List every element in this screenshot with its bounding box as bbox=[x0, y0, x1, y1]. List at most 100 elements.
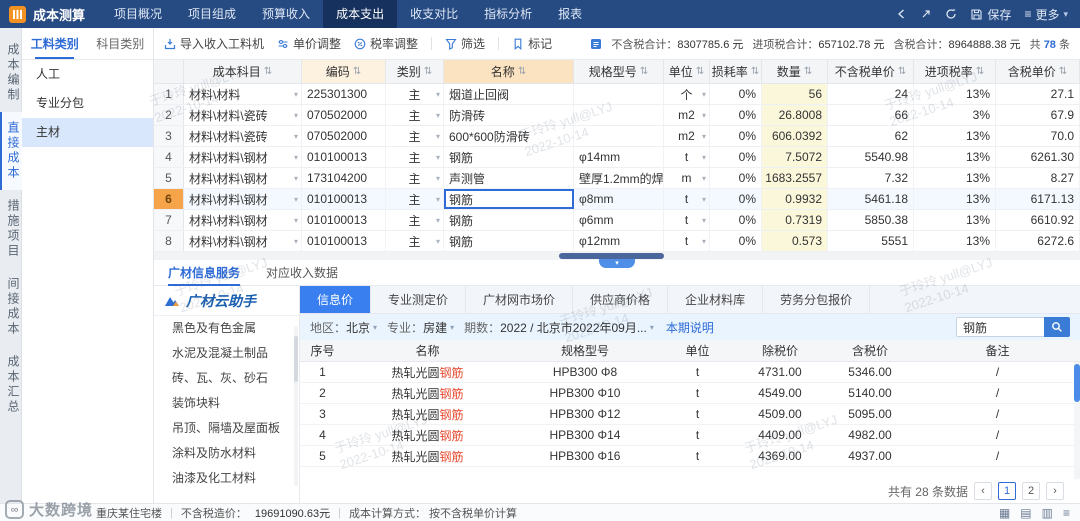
sort-icon[interactable]: ⇅ bbox=[264, 66, 272, 77]
sort-icon[interactable]: ⇅ bbox=[976, 66, 984, 77]
nav-tab[interactable]: 收支对比 bbox=[397, 0, 471, 28]
price-row[interactable]: 4 热轧光圆 钢筋 HPB300 Φ14 t 4409.00 4982.00 / bbox=[300, 425, 1080, 446]
save-button[interactable]: 保存 bbox=[970, 6, 1011, 23]
period-select[interactable]: 2022 / 北京市2022年09月... ▾ bbox=[500, 319, 654, 336]
cell-material-name[interactable]: 热轧光圆 钢筋 bbox=[345, 446, 510, 466]
column-header[interactable]: 数量 ⇅ bbox=[762, 60, 828, 83]
cell-price-inctax[interactable]: 70.0 bbox=[996, 126, 1080, 146]
cell-input-tax-rate[interactable]: 13% bbox=[914, 84, 996, 104]
cell-spec[interactable] bbox=[574, 105, 664, 125]
cell-name[interactable]: 烟道止回阀 bbox=[444, 84, 574, 104]
cell-code[interactable]: 010100013 bbox=[302, 147, 386, 167]
sort-icon[interactable]: ⇅ bbox=[751, 66, 759, 77]
rail-item[interactable]: 成本编制 bbox=[0, 34, 22, 112]
material-category-item[interactable]: 油漆及化工材料 bbox=[154, 466, 299, 491]
cell-loss-rate[interactable]: 0% bbox=[710, 231, 762, 251]
cell-unit[interactable]: t ▾ bbox=[664, 147, 710, 167]
cell-type[interactable]: 主 ▾ bbox=[386, 105, 444, 125]
cell-cost-subject[interactable]: 材料\材料\钢材 ▾ bbox=[184, 231, 302, 251]
cell-code[interactable]: 070502000 bbox=[302, 126, 386, 146]
cell-name[interactable]: 钢筋 bbox=[444, 147, 574, 167]
more-button[interactable]: ≡ 更多 ▾ bbox=[1024, 6, 1068, 23]
cell-code[interactable]: 010100013 bbox=[302, 210, 386, 230]
cell-input-tax-rate[interactable]: 13% bbox=[914, 168, 996, 188]
cell-name[interactable]: 钢筋 bbox=[444, 231, 574, 251]
cell-price-inctax[interactable]: 6610.92 bbox=[996, 210, 1080, 230]
row-number[interactable]: 7 bbox=[154, 210, 184, 230]
table-row[interactable]: 8 材料\材料\钢材 ▾ 010100013 主 ▾ 钢筋 φ12mm t ▾ 0% … bbox=[154, 231, 1080, 252]
prev-page-button[interactable]: ‹ bbox=[974, 482, 992, 500]
cell-quantity[interactable]: 26.8008 bbox=[762, 105, 828, 125]
tab-matching-income-data[interactable]: 对应收入数据 bbox=[266, 260, 338, 286]
price-row[interactable]: 2 热轧光圆 钢筋 HPB300 Φ10 t 4549.00 5140.00 / bbox=[300, 383, 1080, 404]
tab-material-info-service[interactable]: 广材信息服务 bbox=[168, 260, 241, 286]
back-icon[interactable] bbox=[895, 8, 907, 20]
scrollbar-thumb[interactable] bbox=[1074, 364, 1080, 402]
cell-code[interactable]: 010100013 bbox=[302, 189, 386, 209]
cell-loss-rate[interactable]: 0% bbox=[710, 210, 762, 230]
row-number[interactable]: 1 bbox=[154, 84, 184, 104]
cell-input-tax-rate[interactable]: 13% bbox=[914, 147, 996, 167]
sort-icon[interactable]: ⇅ bbox=[518, 66, 526, 77]
cell-name[interactable]: 钢筋 bbox=[444, 189, 574, 209]
column-header[interactable]: 名称 ⇅ bbox=[444, 60, 574, 83]
rail-item[interactable]: 直接成本 bbox=[0, 112, 22, 190]
cell-code[interactable]: 225301300 bbox=[302, 84, 386, 104]
table-row[interactable]: 1 材料\材料 ▾ 225301300 主 ▾ 烟道止回阀 个 ▾ 0% 56 24 … bbox=[154, 84, 1080, 105]
period-note-link[interactable]: 本期说明 bbox=[666, 319, 714, 336]
cell-input-tax-rate[interactable]: 13% bbox=[914, 231, 996, 251]
cell-spec[interactable] bbox=[574, 84, 664, 104]
cell-type[interactable]: 主 ▾ bbox=[386, 210, 444, 230]
cell-type[interactable]: 主 ▾ bbox=[386, 84, 444, 104]
price-tab[interactable]: 企业材料库 bbox=[668, 286, 764, 313]
filter-button[interactable]: 筛选 bbox=[445, 35, 485, 52]
major-select[interactable]: 房建 ▾ bbox=[423, 319, 454, 336]
grid-view-icon[interactable]: ▦ bbox=[999, 506, 1010, 520]
cell-quantity[interactable]: 0.573 bbox=[762, 231, 828, 251]
row-number[interactable]: 8 bbox=[154, 231, 184, 251]
cell-price-extax[interactable]: 5540.98 bbox=[828, 147, 914, 167]
cell-loss-rate[interactable]: 0% bbox=[710, 147, 762, 167]
price-row[interactable]: 1 热轧光圆 钢筋 HPB300 Φ8 t 4731.00 5346.00 / bbox=[300, 362, 1080, 383]
sort-icon[interactable]: ⇅ bbox=[1059, 66, 1067, 77]
cell-input-tax-rate[interactable]: 13% bbox=[914, 126, 996, 146]
cell-spec[interactable]: φ14mm bbox=[574, 147, 664, 167]
sort-icon[interactable]: ⇅ bbox=[640, 66, 648, 77]
material-category-item[interactable]: 水泥及混凝土制品 bbox=[154, 341, 299, 366]
cell-price-extax[interactable]: 5850.38 bbox=[828, 210, 914, 230]
cell-price-inctax[interactable]: 27.1 bbox=[996, 84, 1080, 104]
cell-price-extax[interactable]: 5461.18 bbox=[828, 189, 914, 209]
cell-spec[interactable]: φ12mm bbox=[574, 231, 664, 251]
column-header[interactable]: 含税单价 ⇅ bbox=[996, 60, 1080, 83]
table-row[interactable]: 6 材料\材料\钢材 ▾ 010100013 主 ▾ 钢筋 φ8mm t ▾ 0% 0… bbox=[154, 189, 1080, 210]
cell-quantity[interactable]: 7.5072 bbox=[762, 147, 828, 167]
cell-spec[interactable]: 壁厚1.2mm的焊接钢... bbox=[574, 168, 664, 188]
nav-tab[interactable]: 项目组成 bbox=[175, 0, 249, 28]
category-scrollbar[interactable] bbox=[294, 326, 298, 486]
search-input[interactable] bbox=[956, 317, 1044, 337]
list-view-icon[interactable]: ▤ bbox=[1020, 506, 1031, 520]
cell-loss-rate[interactable]: 0% bbox=[710, 84, 762, 104]
cell-price-extax[interactable]: 5551 bbox=[828, 231, 914, 251]
nav-tab[interactable]: 成本支出 bbox=[323, 0, 398, 28]
page-number-button[interactable]: 1 bbox=[998, 482, 1016, 500]
next-page-button[interactable]: › bbox=[1046, 482, 1064, 500]
table-row[interactable]: 3 材料\材料\瓷砖 ▾ 070502000 主 ▾ 600*600防滑砖 m2 ▾ … bbox=[154, 126, 1080, 147]
category-item[interactable]: 主材 bbox=[22, 118, 153, 147]
cell-type[interactable]: 主 ▾ bbox=[386, 126, 444, 146]
collapse-panel-button[interactable]: ▾ bbox=[599, 259, 635, 268]
vertical-scrollbar[interactable] bbox=[1074, 362, 1080, 479]
cell-price-extax[interactable]: 7.32 bbox=[828, 168, 914, 188]
cell-loss-rate[interactable]: 0% bbox=[710, 105, 762, 125]
cell-unit[interactable]: 个 ▾ bbox=[664, 84, 710, 104]
cell-unit[interactable]: t ▾ bbox=[664, 189, 710, 209]
cell-code[interactable]: 010100013 bbox=[302, 231, 386, 251]
cell-type[interactable]: 主 ▾ bbox=[386, 147, 444, 167]
material-category-item[interactable]: 涂料及防水材料 bbox=[154, 441, 299, 466]
cell-cost-subject[interactable]: 材料\材料 ▾ bbox=[184, 84, 302, 104]
cell-material-name[interactable]: 热轧光圆 钢筋 bbox=[345, 404, 510, 424]
cell-quantity[interactable]: 606.0392 bbox=[762, 126, 828, 146]
nav-tab[interactable]: 预算收入 bbox=[249, 0, 323, 28]
cell-price-extax[interactable]: 62 bbox=[828, 126, 914, 146]
cell-price-inctax[interactable]: 6261.30 bbox=[996, 147, 1080, 167]
